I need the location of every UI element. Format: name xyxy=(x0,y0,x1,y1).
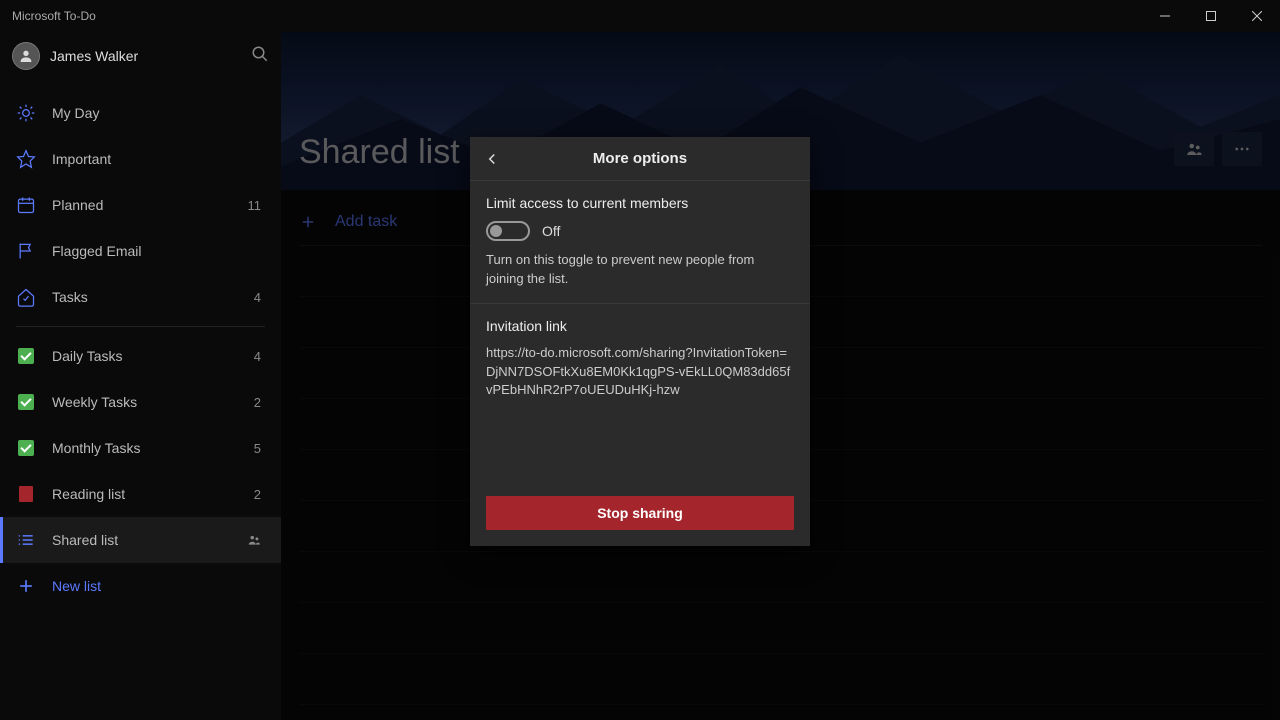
sidebar-item-label: Daily Tasks xyxy=(52,348,254,364)
sidebar-item-count: 2 xyxy=(254,395,265,410)
list-icon xyxy=(16,530,36,550)
window-controls xyxy=(1142,0,1280,32)
search-icon[interactable] xyxy=(251,45,269,68)
invitation-link-text[interactable]: https://to-do.microsoft.com/sharing?Invi… xyxy=(486,344,794,401)
sidebar-item-reading-list[interactable]: Reading list 2 xyxy=(0,471,281,517)
sidebar-item-label: Flagged Email xyxy=(52,243,261,259)
sidebar-item-count: 5 xyxy=(254,441,265,456)
sidebar-item-label: My Day xyxy=(52,105,261,121)
sidebar-item-shared-list[interactable]: Shared list xyxy=(0,517,281,563)
stop-sharing-button[interactable]: Stop sharing xyxy=(486,496,794,530)
app-title: Microsoft To-Do xyxy=(12,9,96,23)
divider xyxy=(16,326,265,327)
sidebar: James Walker My Day Important Planned 11 xyxy=(0,32,281,720)
back-button[interactable] xyxy=(470,137,514,181)
check-icon xyxy=(16,346,36,366)
toggle-state: Off xyxy=(542,223,560,239)
sidebar-item-label: Monthly Tasks xyxy=(52,440,254,456)
sidebar-item-weekly-tasks[interactable]: Weekly Tasks 2 xyxy=(0,379,281,425)
check-icon xyxy=(16,438,36,458)
sidebar-header[interactable]: James Walker xyxy=(0,32,281,80)
sidebar-item-daily-tasks[interactable]: Daily Tasks 4 xyxy=(0,333,281,379)
sidebar-item-flagged[interactable]: Flagged Email xyxy=(0,228,281,274)
close-button[interactable] xyxy=(1234,0,1280,32)
maximize-button[interactable] xyxy=(1188,0,1234,32)
check-icon xyxy=(16,392,36,412)
limit-access-section: Limit access to current members Off Turn… xyxy=(470,181,810,304)
invitation-link-section: Invitation link https://to-do.microsoft.… xyxy=(470,304,810,484)
sidebar-item-planned[interactable]: Planned 11 xyxy=(0,182,281,228)
sidebar-item-label: Reading list xyxy=(52,486,254,502)
sidebar-item-count: 4 xyxy=(254,349,265,364)
sidebar-item-count: 4 xyxy=(254,290,265,305)
username: James Walker xyxy=(50,48,251,64)
modal-title: More options xyxy=(470,150,810,167)
limit-access-toggle[interactable] xyxy=(486,221,530,241)
new-list-button[interactable]: New list xyxy=(0,563,281,609)
sidebar-item-monthly-tasks[interactable]: Monthly Tasks 5 xyxy=(0,425,281,471)
sidebar-item-label: Important xyxy=(52,151,261,167)
sidebar-item-label: Planned xyxy=(52,197,248,213)
new-list-label: New list xyxy=(52,578,265,594)
book-icon xyxy=(16,484,36,504)
sidebar-item-important[interactable]: Important xyxy=(0,136,281,182)
invitation-link-label: Invitation link xyxy=(486,318,794,334)
modal-footer: Stop sharing xyxy=(470,484,810,546)
sidebar-item-label: Shared list xyxy=(52,532,239,548)
sidebar-item-label: Weekly Tasks xyxy=(52,394,254,410)
avatar xyxy=(12,42,40,70)
shared-icon xyxy=(247,533,261,547)
calendar-icon xyxy=(16,195,36,215)
plus-icon xyxy=(16,576,36,596)
sidebar-item-count: 2 xyxy=(254,487,265,502)
limit-access-label: Limit access to current members xyxy=(486,195,794,211)
minimize-button[interactable] xyxy=(1142,0,1188,32)
home-icon xyxy=(16,287,36,307)
sidebar-item-my-day[interactable]: My Day xyxy=(0,90,281,136)
star-icon xyxy=(16,149,36,169)
sidebar-item-count: 11 xyxy=(248,198,266,213)
titlebar: Microsoft To-Do xyxy=(0,0,1280,32)
sun-icon xyxy=(16,103,36,123)
modal-header: More options xyxy=(470,137,810,181)
sidebar-item-tasks[interactable]: Tasks 4 xyxy=(0,274,281,320)
sidebar-item-label: Tasks xyxy=(52,289,254,305)
smart-lists: My Day Important Planned 11 Flagged Emai… xyxy=(0,80,281,619)
flag-icon xyxy=(16,241,36,261)
more-options-modal: More options Limit access to current mem… xyxy=(470,137,810,546)
limit-access-description: Turn on this toggle to prevent new peopl… xyxy=(486,251,794,289)
